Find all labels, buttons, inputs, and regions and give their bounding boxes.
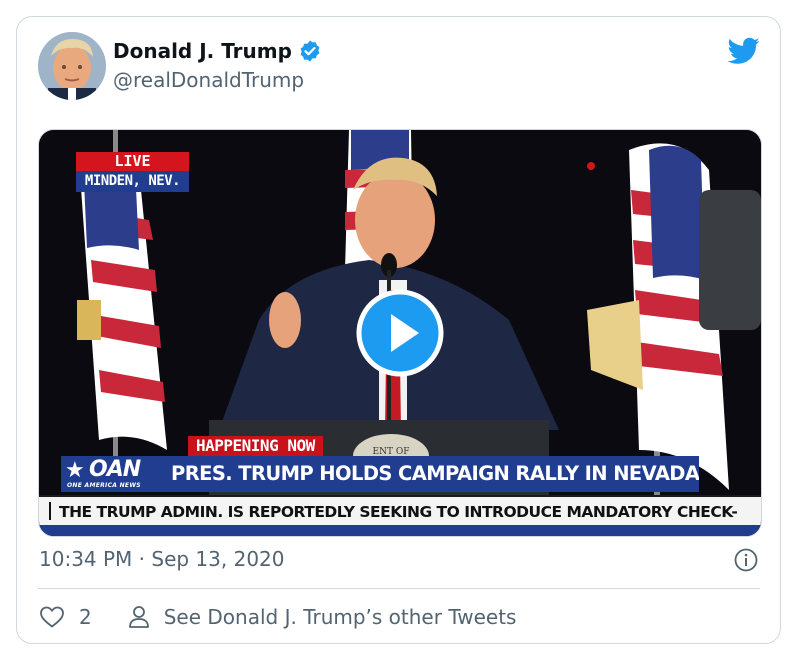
- info-icon[interactable]: [734, 548, 758, 572]
- ticker-bottom-bar: [39, 525, 761, 536]
- news-ticker: THE TRUMP ADMIN. IS REPORTEDLY SEEKING T…: [39, 495, 761, 525]
- heart-icon[interactable]: [39, 605, 65, 629]
- news-headline: PRES. TRUMP HOLDS CAMPAIGN RALLY IN NEVA…: [165, 456, 699, 492]
- oan-logo-subtitle: ONE AMERICA NEWS: [67, 482, 141, 489]
- video-player[interactable]: ENT OF LIVE MINDEN, NEV. HAPPENING NOW ★…: [38, 129, 762, 537]
- person-icon: [128, 606, 149, 628]
- happening-now-banner: HAPPENING NOW: [188, 436, 323, 456]
- tweet-card[interactable]: Donald J. Trump @realDonaldTrump ENT OF …: [16, 16, 781, 644]
- play-icon[interactable]: [355, 288, 445, 378]
- author-name[interactable]: Donald J. Trump: [113, 39, 292, 63]
- live-label: LIVE: [76, 152, 189, 171]
- avatar[interactable]: [38, 32, 106, 100]
- twitter-bird-icon[interactable]: [728, 37, 760, 65]
- live-badge: LIVE MINDEN, NEV.: [76, 152, 189, 192]
- oan-logo: ★ OAN ONE AMERICA NEWS: [61, 456, 165, 492]
- ticker-text: THE TRUMP ADMIN. IS REPORTEDLY SEEKING T…: [59, 503, 738, 521]
- ticker-divider: [49, 502, 51, 520]
- divider: [38, 588, 760, 589]
- tweet-timestamp[interactable]: 10:34 PM · Sep 13, 2020: [39, 547, 285, 571]
- author-handle[interactable]: @realDonaldTrump: [113, 68, 304, 92]
- location-label: MINDEN, NEV.: [76, 171, 189, 192]
- see-other-tweets-link[interactable]: See Donald J. Trump’s other Tweets: [128, 605, 517, 629]
- oan-logo-text: OAN: [89, 457, 141, 482]
- verified-badge-icon: [300, 40, 320, 62]
- like-count[interactable]: 2: [79, 605, 92, 629]
- see-other-tweets-label[interactable]: See Donald J. Trump’s other Tweets: [164, 605, 517, 629]
- star-icon: ★: [65, 458, 85, 483]
- tweet-actions: 2 See Donald J. Trump’s other Tweets: [39, 602, 516, 632]
